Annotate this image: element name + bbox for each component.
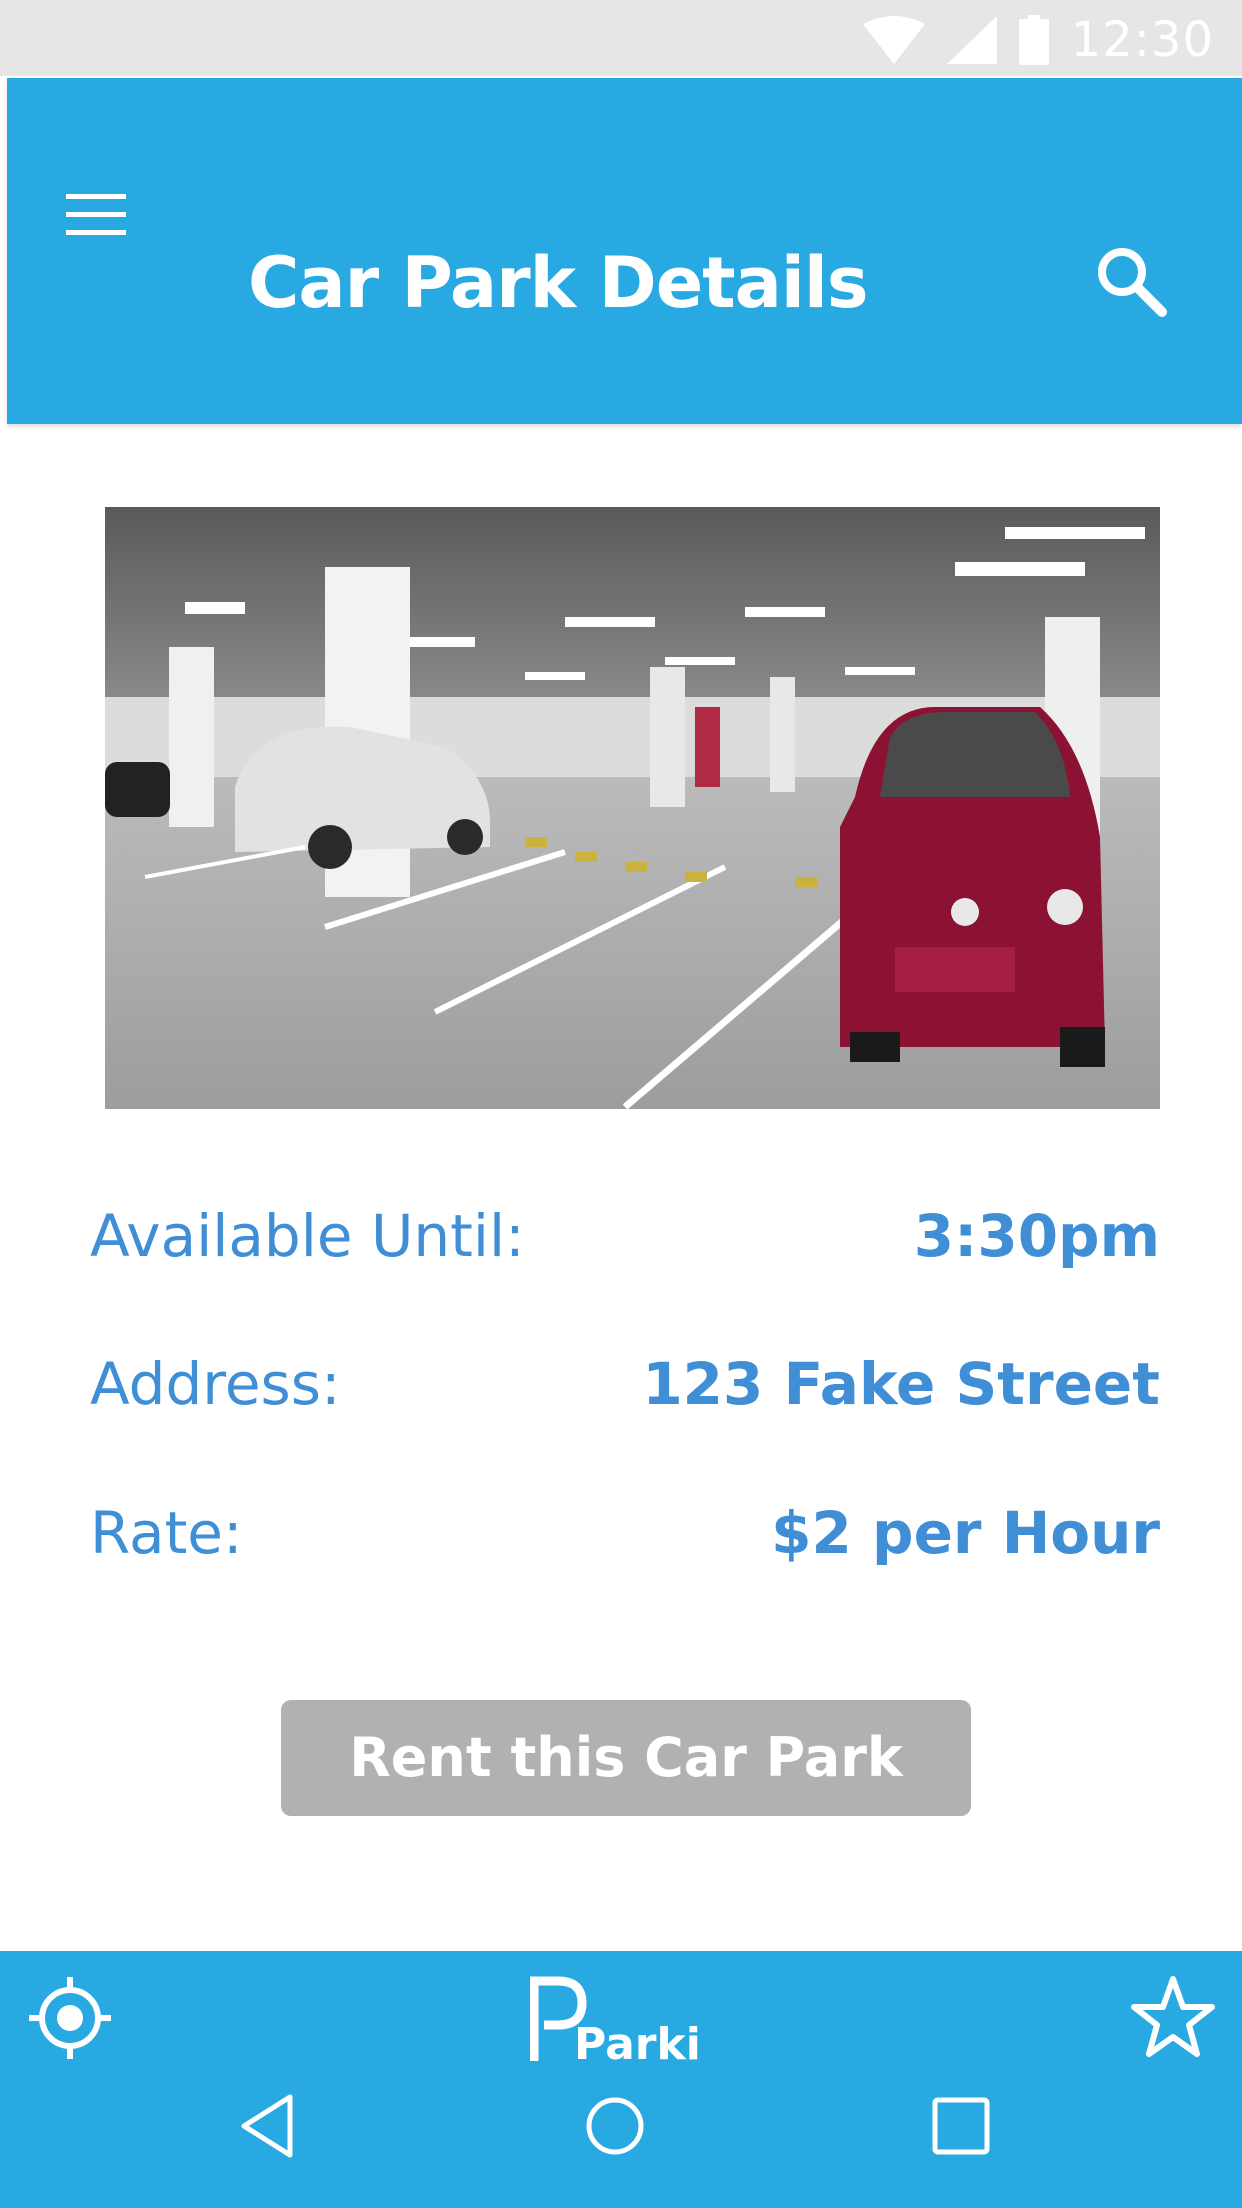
rate-value: $2 per Hour — [771, 1499, 1160, 1567]
star-icon[interactable] — [1128, 1973, 1218, 2063]
parkit-logo: Parkit. — [530, 1976, 700, 2070]
status-icons: 12:30 — [862, 12, 1214, 68]
signal-icon — [946, 16, 997, 64]
available-until-value: 3:30pm — [913, 1202, 1160, 1270]
detail-row-rate: Rate: $2 per Hour — [90, 1488, 1160, 1578]
battery-icon — [1018, 15, 1049, 65]
home-icon[interactable] — [580, 2091, 650, 2161]
bottom-bar: Parkit. — [0, 1951, 1242, 2208]
search-icon[interactable] — [1092, 242, 1172, 322]
car-park-illustration — [105, 507, 1160, 1109]
menu-icon[interactable] — [60, 178, 132, 250]
page-title: Car Park Details — [248, 242, 869, 324]
brand-name: Parkit. — [574, 2019, 700, 2070]
status-bar: 12:30 — [0, 0, 1242, 76]
address-label: Address: — [90, 1350, 341, 1418]
wifi-icon — [862, 16, 925, 64]
rate-label: Rate: — [90, 1499, 243, 1567]
rent-car-park-button[interactable]: Rent this Car Park — [281, 1700, 971, 1816]
location-target-icon[interactable] — [25, 1973, 115, 2063]
available-until-label: Available Until: — [90, 1202, 525, 1270]
detail-row-available-until: Available Until: 3:30pm — [90, 1191, 1160, 1281]
address-value: 123 Fake Street — [642, 1350, 1160, 1418]
car-park-photo — [105, 507, 1160, 1109]
detail-row-address: Address: 123 Fake Street — [90, 1339, 1160, 1429]
back-icon[interactable] — [234, 2091, 304, 2161]
recents-icon[interactable] — [926, 2091, 996, 2161]
status-time: 12:30 — [1070, 12, 1214, 68]
